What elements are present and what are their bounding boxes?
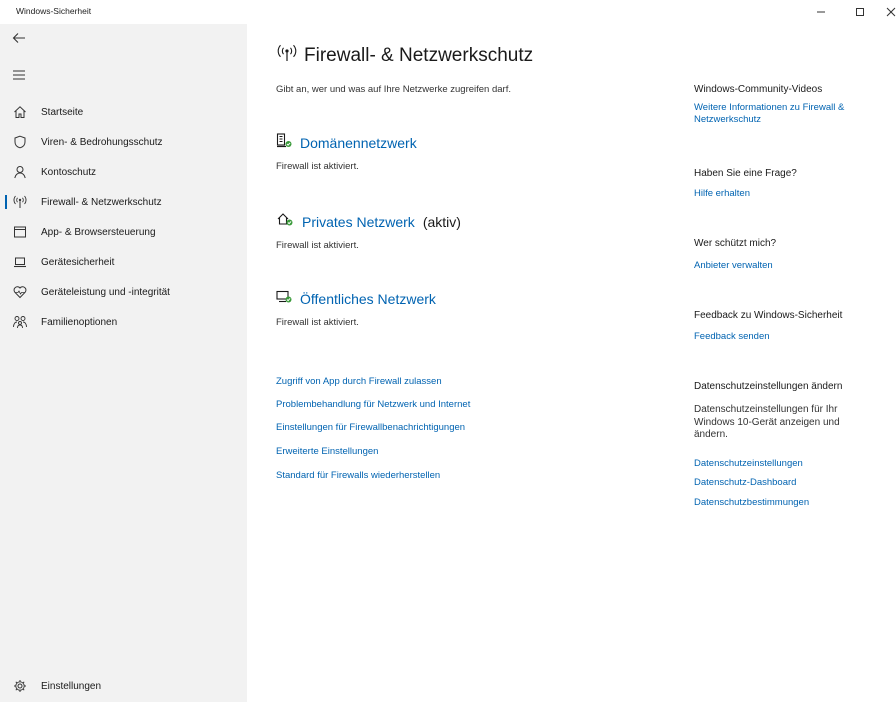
network-status: Firewall ist aktiviert.: [276, 240, 359, 251]
shield-icon: [12, 134, 28, 150]
network-name[interactable]: Privates Netzwerk: [302, 214, 415, 230]
network-private[interactable]: Privates Netzwerk (aktiv) Firewall ist a…: [276, 211, 461, 251]
window-title: Windows-Sicherheit: [16, 6, 92, 16]
page-subtitle: Gibt an, wer und was auf Ihre Netzwerke …: [276, 84, 511, 95]
sidebar-item-label: Firewall- & Netzwerkschutz: [41, 196, 162, 208]
hamburger-icon: [13, 70, 25, 80]
sidebar-item-familienoptionen[interactable]: Familienoptionen: [0, 308, 247, 336]
domain-network-icon: [276, 132, 292, 153]
close-icon: [886, 7, 896, 17]
network-active-label: (aktiv): [422, 213, 461, 230]
antenna-icon: [12, 194, 28, 210]
network-public[interactable]: Öffentliches Netzwerk Firewall ist aktiv…: [276, 288, 436, 329]
sidebar-item-label: Startseite: [41, 106, 84, 118]
privacy-heading: Datenschutzeinstellungen ändern: [694, 381, 843, 392]
sidebar-item-label: Geräteleistung und -integrität: [41, 286, 170, 298]
page-title: Firewall- & Netzwerkschutz: [276, 44, 533, 67]
link-notification-settings[interactable]: Einstellungen für Firewallbenachrichtigu…: [276, 422, 465, 433]
sidebar-item-label: Gerätesicherheit: [41, 256, 115, 268]
link-advanced-settings[interactable]: Erweiterte Einstellungen: [276, 446, 378, 457]
browser-window-icon: [12, 224, 28, 240]
network-status: Firewall ist aktiviert.: [276, 161, 359, 172]
privacy-settings-link[interactable]: Datenschutzeinstellungen: [694, 458, 879, 470]
family-icon: [12, 314, 28, 330]
privacy-statement-link[interactable]: Datenschutzbestimmungen: [694, 497, 879, 509]
sidebar-item-firewall[interactable]: Firewall- & Netzwerkschutz: [0, 188, 247, 216]
sidebar-item-label: App- & Browsersteuerung: [41, 226, 156, 238]
link-troubleshoot[interactable]: Problembehandlung für Netzwerk und Inter…: [276, 399, 470, 410]
gear-icon: [12, 678, 28, 694]
sidebar-item-geraetesicherheit[interactable]: Gerätesicherheit: [0, 248, 247, 276]
laptop-icon: [12, 254, 28, 270]
maximize-button[interactable]: [849, 3, 871, 21]
videos-link[interactable]: Weitere Informationen zu Firewall & Netz…: [694, 102, 879, 126]
minimize-button[interactable]: [810, 3, 832, 21]
sidebar-item-einstellungen[interactable]: Einstellungen: [0, 672, 247, 700]
home-icon: [12, 104, 28, 120]
maximize-icon: [856, 8, 864, 16]
sidebar: Startseite Viren- & Bedrohungsschutz Kon…: [0, 24, 247, 702]
page-title-text: Firewall- & Netzwerkschutz: [304, 44, 534, 66]
privacy-dashboard-link[interactable]: Datenschutz-Dashboard: [694, 477, 879, 489]
main-content: Firewall- & Netzwerkschutz Gibt an, wer …: [247, 24, 896, 702]
network-name[interactable]: Öffentliches Netzwerk: [300, 291, 436, 307]
network-status: Firewall ist aktiviert.: [276, 317, 359, 328]
network-domain[interactable]: Domänennetzwerk Firewall ist aktiviert.: [276, 132, 417, 172]
videos-heading: Windows-Community-Videos: [694, 84, 823, 95]
link-restore-defaults[interactable]: Standard für Firewalls wiederherstellen: [276, 470, 440, 481]
hamburger-menu-button[interactable]: [10, 66, 28, 84]
antenna-icon: [276, 44, 298, 67]
help-link[interactable]: Hilfe erhalten: [694, 188, 879, 200]
sidebar-item-label: Familienoptionen: [41, 316, 118, 328]
manage-providers-link[interactable]: Anbieter verwalten: [694, 260, 879, 272]
minimize-icon: [817, 11, 825, 13]
network-name[interactable]: Domänennetzwerk: [300, 135, 417, 151]
title-bar: Windows-Sicherheit: [0, 0, 896, 24]
sidebar-item-kontoschutz[interactable]: Kontoschutz: [0, 158, 247, 186]
person-icon: [12, 164, 28, 180]
question-heading: Haben Sie eine Frage?: [694, 168, 797, 179]
back-button[interactable]: [10, 29, 28, 47]
protection-heading: Wer schützt mich?: [694, 238, 777, 249]
sidebar-item-label: Kontoschutz: [41, 166, 97, 178]
public-network-icon: [276, 288, 292, 309]
sidebar-item-label: Viren- & Bedrohungsschutz: [41, 136, 163, 148]
sidebar-item-startseite[interactable]: Startseite: [0, 98, 247, 126]
feedback-link[interactable]: Feedback senden: [694, 331, 879, 343]
sidebar-item-app-browser[interactable]: App- & Browsersteuerung: [0, 218, 247, 246]
feedback-heading: Feedback zu Windows-Sicherheit: [694, 310, 843, 321]
privacy-text: Datenschutzeinstellungen für Ihr Windows…: [694, 404, 840, 440]
active-indicator: [5, 195, 7, 209]
close-button[interactable]: [886, 3, 896, 21]
heart-pulse-icon: [12, 284, 28, 300]
link-allow-app[interactable]: Zugriff von App durch Firewall zulassen: [276, 376, 442, 387]
private-network-icon: [276, 211, 294, 232]
arrow-left-icon: [12, 33, 25, 43]
sidebar-item-viren[interactable]: Viren- & Bedrohungsschutz: [0, 128, 247, 156]
sidebar-item-geraeteleistung[interactable]: Geräteleistung und -integrität: [0, 278, 247, 306]
sidebar-item-label: Einstellungen: [41, 680, 102, 692]
